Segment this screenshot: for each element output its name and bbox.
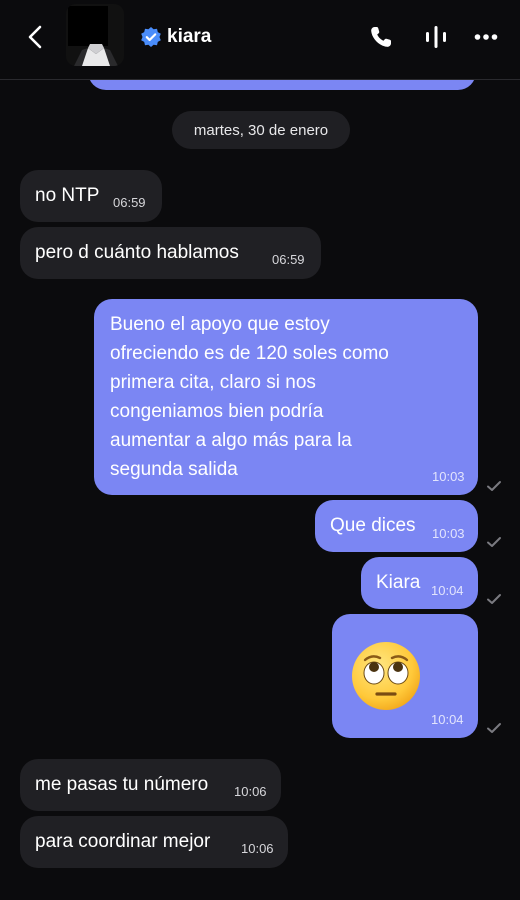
message-line: ofreciendo es de 120 soles como	[110, 343, 389, 364]
check-icon	[487, 594, 501, 604]
message-line: aumentar a algo más para la	[110, 430, 352, 451]
message-time: 10:06	[234, 784, 267, 799]
chat-header: kiara	[0, 0, 520, 80]
outgoing-message[interactable]: 10:04	[332, 614, 478, 738]
chevron-left-icon[interactable]	[22, 22, 50, 52]
message-time: 10:06	[241, 841, 274, 856]
incoming-message[interactable]: no NTP 06:59	[20, 170, 162, 222]
verified-badge-icon	[141, 27, 161, 47]
outgoing-message[interactable]: Kiara 10:04	[361, 557, 478, 609]
message-text: pero d cuánto hablamos	[35, 242, 239, 263]
message-time: 10:04	[431, 712, 464, 727]
check-icon	[487, 723, 501, 733]
message-text: me pasas tu número	[35, 774, 209, 795]
phone-icon[interactable]	[368, 24, 394, 50]
incoming-message[interactable]: pero d cuánto hablamos 06:59	[20, 227, 321, 279]
outgoing-message[interactable]: Que dices 10:03	[315, 500, 478, 552]
message-line: congeniamos bien podría	[110, 401, 324, 422]
chat-area[interactable]: martes, 30 de enero no NTP 06:59 pero d …	[0, 0, 520, 900]
outgoing-message[interactable]: Bueno el apoyo que estoy ofreciendo es d…	[94, 299, 478, 495]
message-time: 10:04	[431, 583, 464, 598]
message-text: para coordinar mejor	[35, 831, 211, 852]
incoming-message[interactable]: para coordinar mejor 10:06	[20, 816, 288, 868]
message-text: Kiara	[376, 572, 421, 593]
message-time: 10:03	[432, 526, 465, 541]
incoming-message[interactable]: me pasas tu número 10:06	[20, 759, 281, 811]
contact-name[interactable]: kiara	[167, 26, 211, 48]
check-icon	[487, 537, 501, 547]
message-line: primera cita, claro si nos	[110, 372, 316, 393]
message-text: no NTP	[35, 185, 100, 206]
message-time: 10:03	[432, 469, 465, 484]
date-separator: martes, 30 de enero	[172, 111, 350, 149]
message-text: Que dices	[330, 515, 416, 536]
avatar-image	[66, 4, 124, 66]
more-dots-icon[interactable]	[474, 24, 498, 50]
message-line: Bueno el apoyo que estoy	[110, 314, 330, 335]
message-line: segunda salida	[110, 459, 238, 480]
avatar[interactable]	[66, 4, 124, 66]
message-time: 06:59	[113, 195, 146, 210]
check-icon	[487, 481, 501, 491]
message-time: 06:59	[272, 252, 305, 267]
face-with-rolling-eyes-icon	[352, 642, 420, 710]
audio-bars-icon[interactable]	[424, 24, 448, 50]
